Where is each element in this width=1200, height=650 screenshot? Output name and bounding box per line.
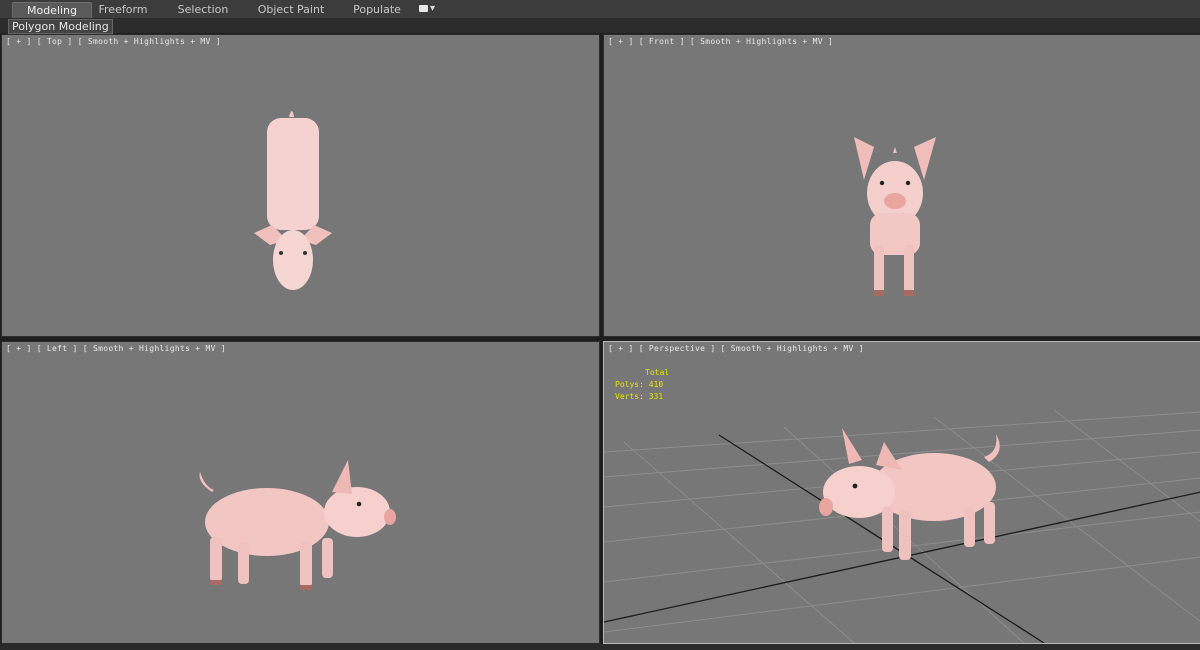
viewport-top[interactable]: [ + ] [ Top ] [ Smooth + Highlights + MV… <box>1 34 600 337</box>
tab-selection[interactable]: Selection <box>170 2 236 17</box>
polygon-modeling-button[interactable]: Polygon Modeling <box>8 19 113 34</box>
viewport-front[interactable]: [ + ] [ Front ] [ Smooth + Highlights + … <box>603 34 1200 337</box>
tab-modeling[interactable]: Modeling <box>12 2 92 18</box>
viewport-left[interactable]: [ + ] [ Left ] [ Smooth + Highlights + M… <box>1 341 600 644</box>
ribbon-options-icon <box>419 4 428 12</box>
chevron-down-icon: ▾ <box>430 3 436 14</box>
tab-object-paint[interactable]: Object Paint <box>256 2 326 17</box>
pig-model-front-view[interactable] <box>604 35 1200 336</box>
viewport-perspective[interactable]: [ + ] [ Perspective ] [ Smooth + Highlig… <box>603 341 1200 644</box>
pig-model-top-view[interactable] <box>2 35 599 336</box>
ribbon-panel: Polygon Modeling <box>0 19 1200 34</box>
perspective-scene[interactable] <box>604 342 1200 643</box>
tab-freeform[interactable]: Freeform <box>92 2 154 17</box>
pig-model-left-view[interactable] <box>2 342 599 643</box>
status-bar <box>0 644 1200 650</box>
ribbon-tab-bar: Modeling Freeform Selection Object Paint… <box>0 0 1200 19</box>
tab-populate[interactable]: Populate <box>350 2 404 17</box>
ribbon-options-dropdown[interactable]: ▾ <box>419 3 441 15</box>
